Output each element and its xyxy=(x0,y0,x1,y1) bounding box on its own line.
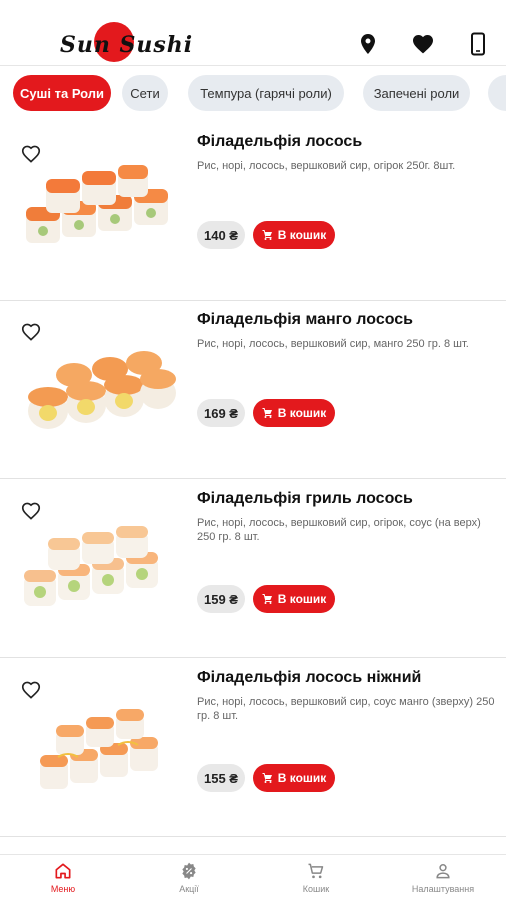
product-name[interactable]: Філадельфія лосось xyxy=(197,133,362,151)
product-card[interactable]: Філадельфія лосось Рис, норі, лосось, ве… xyxy=(0,123,506,301)
cart-icon xyxy=(262,594,272,604)
favorite-heart-outline-icon[interactable] xyxy=(20,321,42,343)
product-description: Рис, норі, лосось, вершковий сир, манго … xyxy=(197,338,469,350)
product-image xyxy=(28,351,176,429)
discount-icon xyxy=(182,862,196,880)
cart-icon xyxy=(262,408,272,418)
tab-tempura[interactable]: Темпура (гарячі роли) xyxy=(188,75,344,111)
nav-cart[interactable]: Кошик xyxy=(266,861,366,900)
nav-cart-label: Кошик xyxy=(302,884,330,894)
home-icon xyxy=(55,863,71,879)
cart-icon xyxy=(262,773,272,783)
favorite-heart-outline-icon[interactable] xyxy=(20,500,42,522)
add-to-cart-label: В кошик xyxy=(277,592,327,606)
product-description: Рис, норі, лосось, вершковий сир, огірок… xyxy=(197,517,481,543)
tab-more[interactable] xyxy=(488,75,506,111)
logo: Sun Sushi xyxy=(60,22,200,66)
person-icon xyxy=(436,864,450,879)
header: Sun Sushi xyxy=(0,0,506,66)
favorite-heart-outline-icon[interactable] xyxy=(20,143,42,165)
product-name[interactable]: Філадельфія лосось ніжний xyxy=(197,669,421,687)
product-card[interactable]: Філадельфія гриль лосось Рис, норі, лосо… xyxy=(0,480,506,658)
product-price: 159 ₴ xyxy=(197,585,245,613)
product-card[interactable]: Філадельфія манго лосось Рис, норі, лосо… xyxy=(0,301,506,479)
nav-promotions[interactable]: Акції xyxy=(139,861,239,900)
product-card[interactable]: Філадельфія лосось ніжний Рис, норі, лос… xyxy=(0,659,506,837)
add-to-cart-label: В кошик xyxy=(277,771,327,785)
cart-icon xyxy=(262,230,272,240)
bottom-navigation: Меню Акції Кошик Налаштування xyxy=(0,854,506,900)
cart-icon xyxy=(308,863,324,879)
add-to-cart-button[interactable]: В кошик xyxy=(253,221,335,249)
tab-baked-rolls[interactable]: Запечені роли xyxy=(363,75,470,111)
add-to-cart-button[interactable]: В кошик xyxy=(253,764,335,792)
favorites-heart-icon[interactable] xyxy=(409,30,437,58)
add-to-cart-label: В кошик xyxy=(277,406,327,420)
add-to-cart-button[interactable]: В кошик xyxy=(253,585,335,613)
app-screen: Sun Sushi Суші та Роли Сети Темпура (гар… xyxy=(0,0,506,900)
nav-promotions-label: Акції xyxy=(179,884,199,894)
favorite-heart-outline-icon[interactable] xyxy=(20,679,42,701)
product-price: 140 ₴ xyxy=(197,221,245,249)
product-description: Рис, норі, лосось, вершковий сир, соус м… xyxy=(197,696,495,722)
product-price: 169 ₴ xyxy=(197,399,245,427)
nav-settings-label: Налаштування xyxy=(411,884,475,894)
add-to-cart-label: В кошик xyxy=(277,228,327,242)
phone-icon[interactable] xyxy=(464,30,492,58)
tab-sets[interactable]: Сети xyxy=(122,75,168,111)
nav-menu-label: Меню xyxy=(50,884,76,894)
product-image xyxy=(24,526,158,606)
category-tabs: Суші та Роли Сети Темпура (гарячі роли) … xyxy=(0,66,506,122)
add-to-cart-button[interactable]: В кошик xyxy=(253,399,335,427)
product-price: 155 ₴ xyxy=(197,764,245,792)
nav-settings[interactable]: Налаштування xyxy=(393,861,493,900)
logo-text: Sun Sushi xyxy=(60,32,194,58)
tab-sushi-rolls[interactable]: Суші та Роли xyxy=(13,75,111,111)
location-icon[interactable] xyxy=(354,30,382,58)
product-name[interactable]: Філадельфія гриль лосось xyxy=(197,490,413,508)
product-description: Рис, норі, лосось, вершковий сир, огірок… xyxy=(197,160,456,172)
nav-menu[interactable]: Меню xyxy=(13,861,113,900)
product-image xyxy=(26,165,168,243)
product-name[interactable]: Філадельфія манго лосось xyxy=(197,311,413,329)
product-image xyxy=(40,709,158,789)
